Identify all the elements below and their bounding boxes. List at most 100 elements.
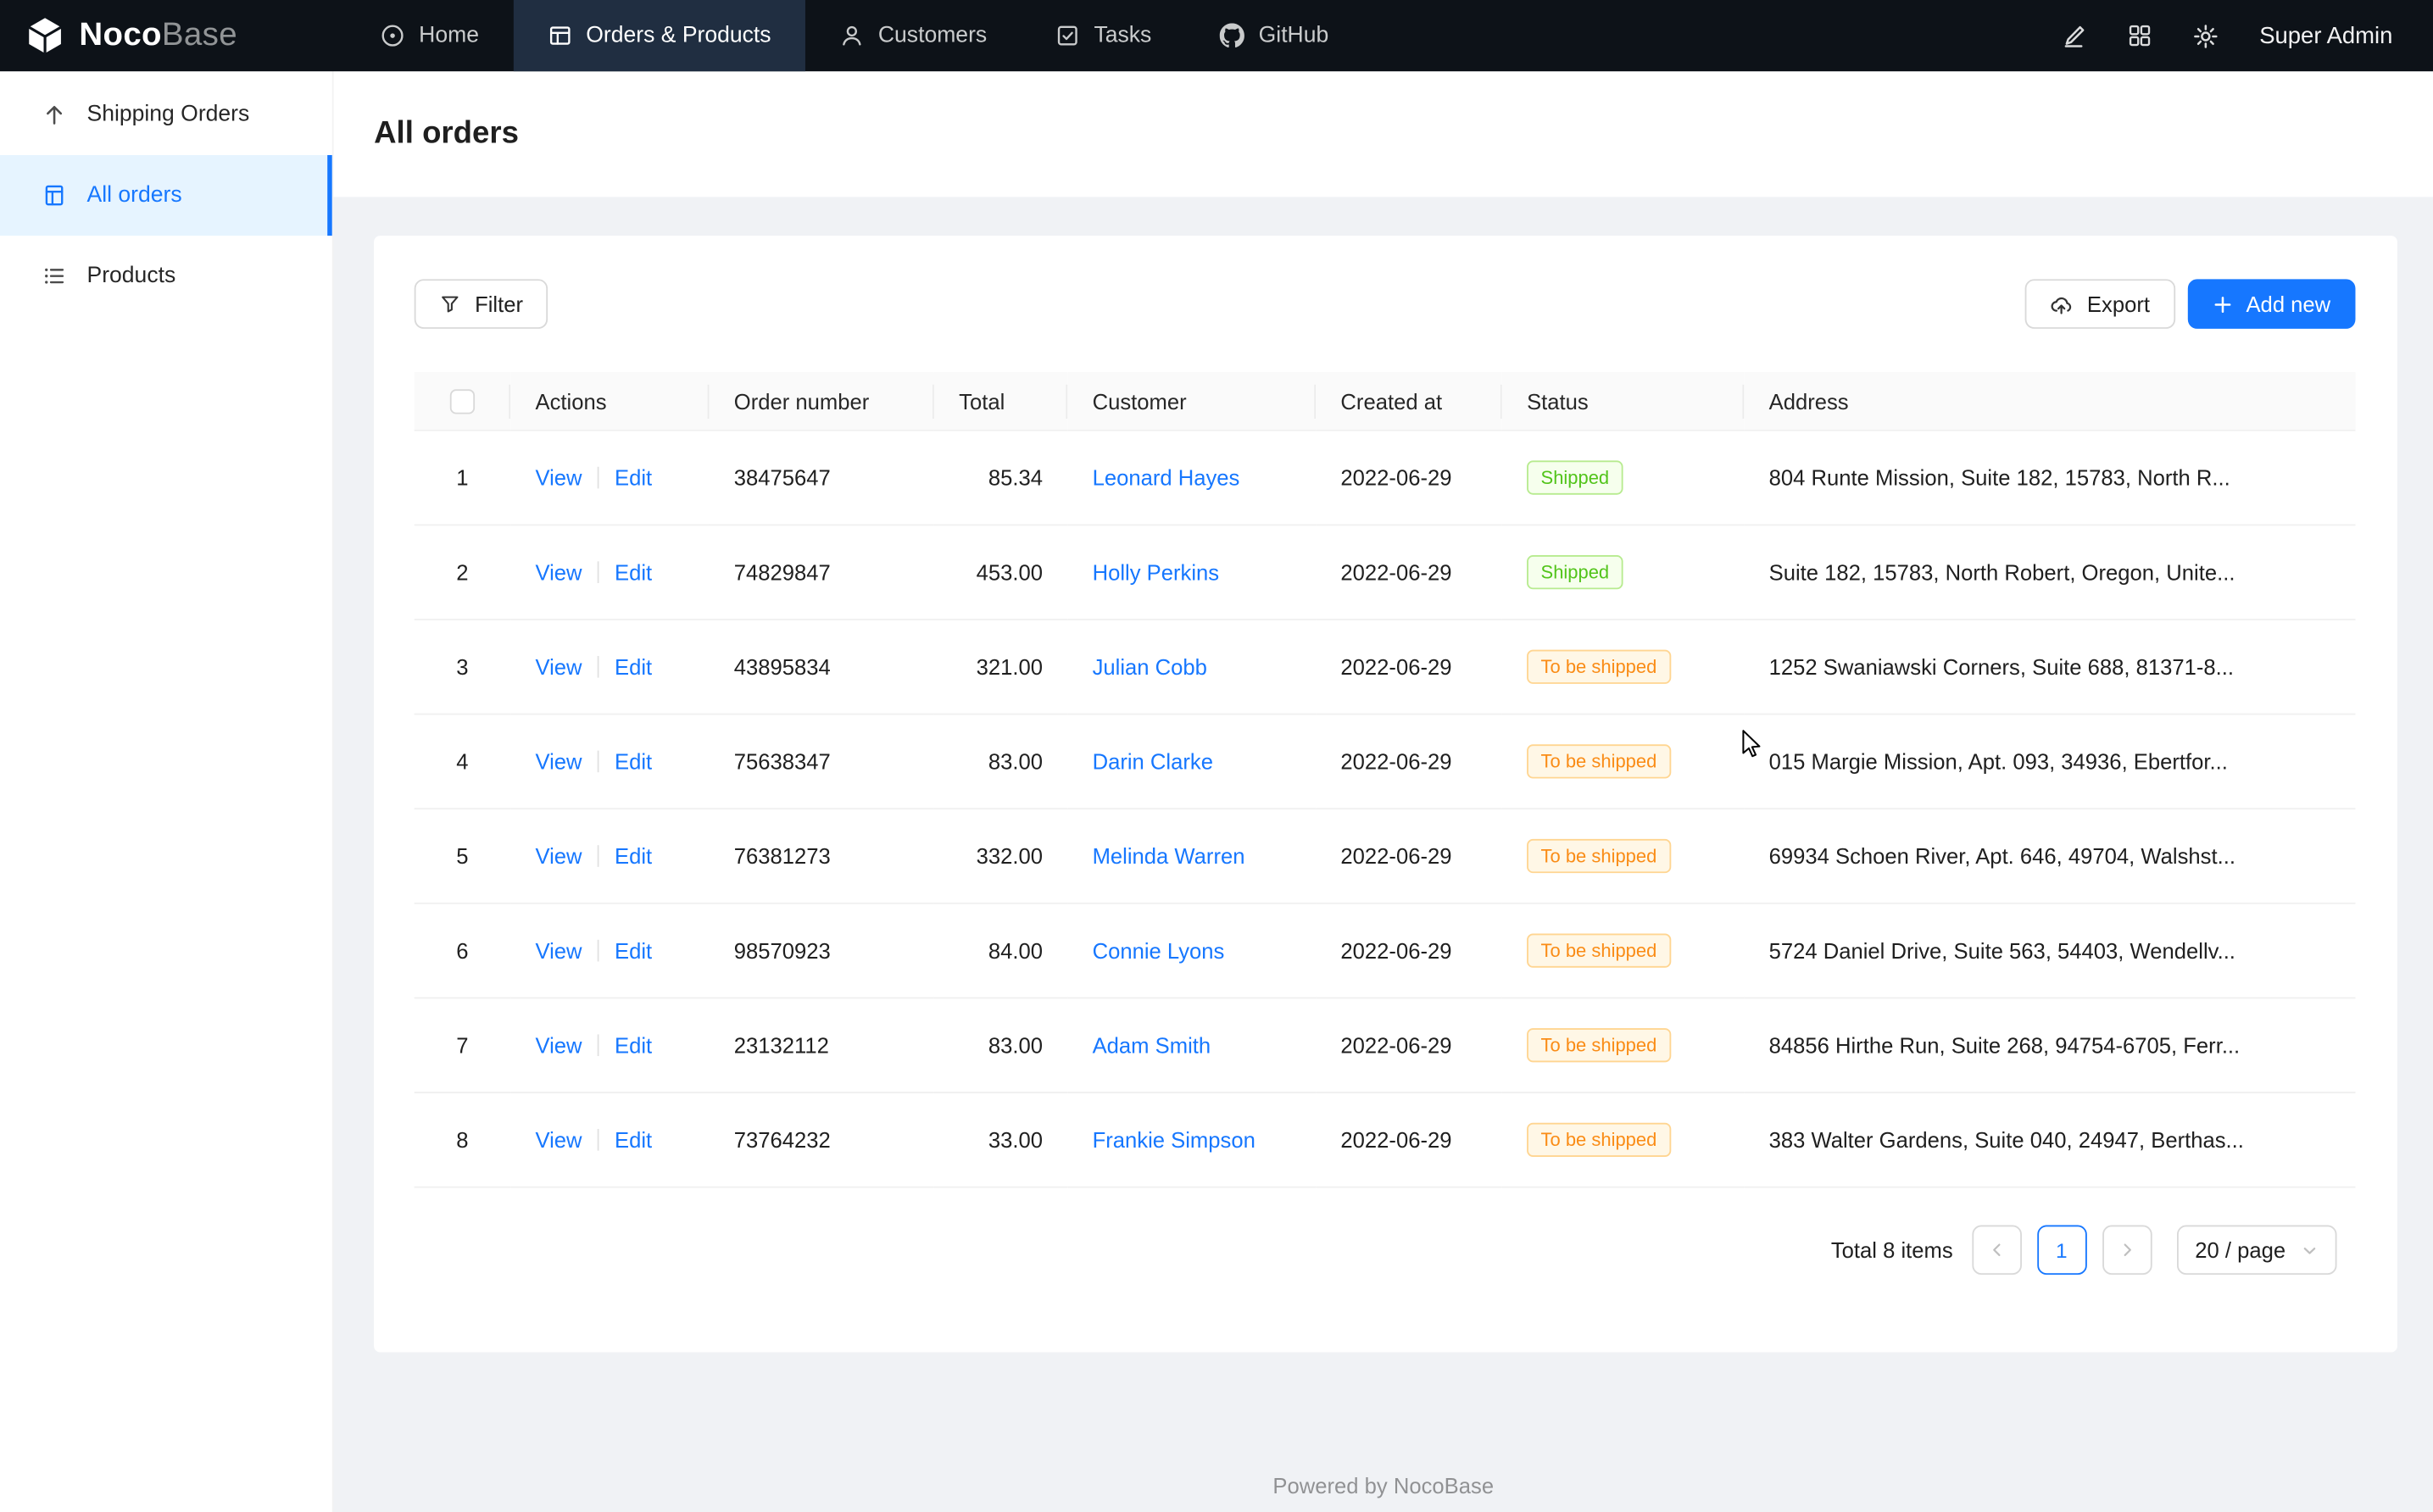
row-index: 6	[415, 903, 510, 998]
page-size-select[interactable]: 20 / page	[2176, 1226, 2336, 1276]
customer-link[interactable]: Julian Cobb	[1093, 655, 1207, 680]
highlighter-icon[interactable]	[2061, 23, 2087, 49]
page-title: All orders	[374, 116, 519, 152]
customer-link[interactable]: Connie Lyons	[1093, 939, 1225, 964]
status-cell: To be shipped	[1502, 903, 1745, 998]
edit-link[interactable]: Edit	[615, 1033, 652, 1058]
edit-link[interactable]: Edit	[615, 1128, 652, 1153]
created-at-cell: 2022-06-29	[1316, 714, 1502, 809]
edit-link[interactable]: Edit	[615, 749, 652, 774]
total-cell: 84.00	[934, 903, 1067, 998]
tasks-icon	[1055, 23, 1080, 47]
orders-table: Actions Order number Total Customer Crea…	[415, 372, 2356, 1188]
address-cell: Suite 182, 15783, North Robert, Oregon, …	[1744, 525, 2355, 620]
nav-label: Tasks	[1094, 23, 1151, 47]
top-navbar: NocoBase Home Orders & Products	[0, 0, 2433, 71]
action-divider	[598, 467, 599, 489]
nav-item-customers[interactable]: Customers	[805, 0, 1022, 71]
action-divider	[598, 1035, 599, 1057]
view-link[interactable]: View	[535, 939, 582, 964]
status-badge: To be shipped	[1527, 839, 1671, 873]
created-at-cell: 2022-06-29	[1316, 1093, 1502, 1188]
next-page-button[interactable]	[2102, 1226, 2152, 1276]
customer-cell: Frankie Simpson	[1067, 1093, 1316, 1188]
view-link[interactable]: View	[535, 1033, 582, 1058]
customer-link[interactable]: Frankie Simpson	[1093, 1128, 1255, 1153]
customer-link[interactable]: Holly Perkins	[1093, 560, 1220, 585]
view-link[interactable]: View	[535, 749, 582, 774]
actions-cell: View Edit	[510, 525, 709, 620]
order-number-cell: 73764232	[709, 1093, 933, 1188]
previous-page-button[interactable]	[1972, 1226, 2022, 1276]
edit-link[interactable]: Edit	[615, 560, 652, 585]
address-cell: 1252 Swaniawski Corners, Suite 688, 8137…	[1744, 620, 2355, 715]
chevron-down-icon	[2301, 1242, 2318, 1259]
plus-icon	[2212, 294, 2232, 314]
row-index: 2	[415, 525, 510, 620]
customers-icon	[839, 23, 864, 47]
view-link[interactable]: View	[535, 560, 582, 585]
customer-cell: Adam Smith	[1067, 998, 1316, 1093]
nav-item-github[interactable]: GitHub	[1186, 0, 1363, 71]
created-at-cell: 2022-06-29	[1316, 620, 1502, 715]
actions-cell: View Edit	[510, 1093, 709, 1188]
status-cell: To be shipped	[1502, 809, 1745, 904]
actions-cell: View Edit	[510, 714, 709, 809]
address-cell: 015 Margie Mission, Apt. 093, 34936, Ebe…	[1744, 714, 2355, 809]
total-cell: 33.00	[934, 1093, 1067, 1188]
total-cell: 83.00	[934, 714, 1067, 809]
table-row: 3 ViewEdit 43895834 321.00 Julian Cobb 2…	[415, 620, 2356, 715]
sidebar-item-products[interactable]: Products	[0, 236, 332, 316]
plugins-icon[interactable]	[2128, 23, 2152, 47]
select-all-checkbox[interactable]	[450, 390, 475, 414]
table-toolbar: Filter Export	[415, 279, 2356, 329]
view-link[interactable]: View	[535, 1128, 582, 1153]
sidebar-item-all-orders[interactable]: All orders	[0, 155, 332, 236]
column-header-address: Address	[1744, 372, 2355, 431]
page-1-button[interactable]: 1	[2037, 1226, 2087, 1276]
table-row: 2 ViewEdit 74829847 453.00 Holly Perkins…	[415, 525, 2356, 620]
address-cell: 69934 Schoen River, Apt. 646, 49704, Wal…	[1744, 809, 2355, 904]
nav-item-tasks[interactable]: Tasks	[1021, 0, 1185, 71]
column-header-created-at: Created at	[1316, 372, 1502, 431]
row-index: 3	[415, 620, 510, 715]
export-button[interactable]: Export	[2025, 279, 2175, 329]
sidebar: Shipping Orders All orders Products	[0, 71, 334, 1512]
status-badge: Shipped	[1527, 461, 1623, 495]
add-new-button[interactable]: Add new	[2187, 279, 2356, 329]
nav-item-home[interactable]: Home	[346, 0, 513, 71]
customer-link[interactable]: Darin Clarke	[1093, 749, 1213, 774]
status-badge: To be shipped	[1527, 934, 1671, 968]
view-link[interactable]: View	[535, 655, 582, 680]
customer-link[interactable]: Adam Smith	[1093, 1033, 1211, 1058]
total-cell: 321.00	[934, 620, 1067, 715]
user-menu[interactable]: Super Admin	[2259, 23, 2392, 49]
github-icon	[1220, 23, 1244, 47]
orders-icon	[548, 23, 572, 47]
status-badge: To be shipped	[1527, 1123, 1671, 1157]
customer-cell: Julian Cobb	[1067, 620, 1316, 715]
edit-link[interactable]: Edit	[615, 939, 652, 964]
edit-link[interactable]: Edit	[615, 655, 652, 680]
settings-gear-icon[interactable]	[2192, 23, 2219, 49]
filter-button[interactable]: Filter	[415, 279, 548, 329]
customer-link[interactable]: Melinda Warren	[1093, 844, 1245, 869]
status-badge: To be shipped	[1527, 1029, 1671, 1063]
status-badge: Shipped	[1527, 556, 1623, 590]
home-icon	[380, 23, 404, 47]
view-link[interactable]: View	[535, 465, 582, 490]
nav-item-orders-products[interactable]: Orders & Products	[513, 0, 805, 71]
status-cell: To be shipped	[1502, 714, 1745, 809]
edit-link[interactable]: Edit	[615, 844, 652, 869]
page-header: All orders	[334, 71, 2433, 197]
edit-link[interactable]: Edit	[615, 465, 652, 490]
customer-link[interactable]: Leonard Hayes	[1093, 465, 1240, 490]
customer-cell: Darin Clarke	[1067, 714, 1316, 809]
address-cell: 383 Walter Gardens, Suite 040, 24947, Be…	[1744, 1093, 2355, 1188]
sidebar-item-shipping-orders[interactable]: Shipping Orders	[0, 75, 332, 155]
view-link[interactable]: View	[535, 844, 582, 869]
actions-cell: View Edit	[510, 903, 709, 998]
nocobase-logo[interactable]: NocoBase	[0, 15, 237, 56]
order-number-cell: 23132112	[709, 998, 933, 1093]
action-divider	[598, 940, 599, 962]
